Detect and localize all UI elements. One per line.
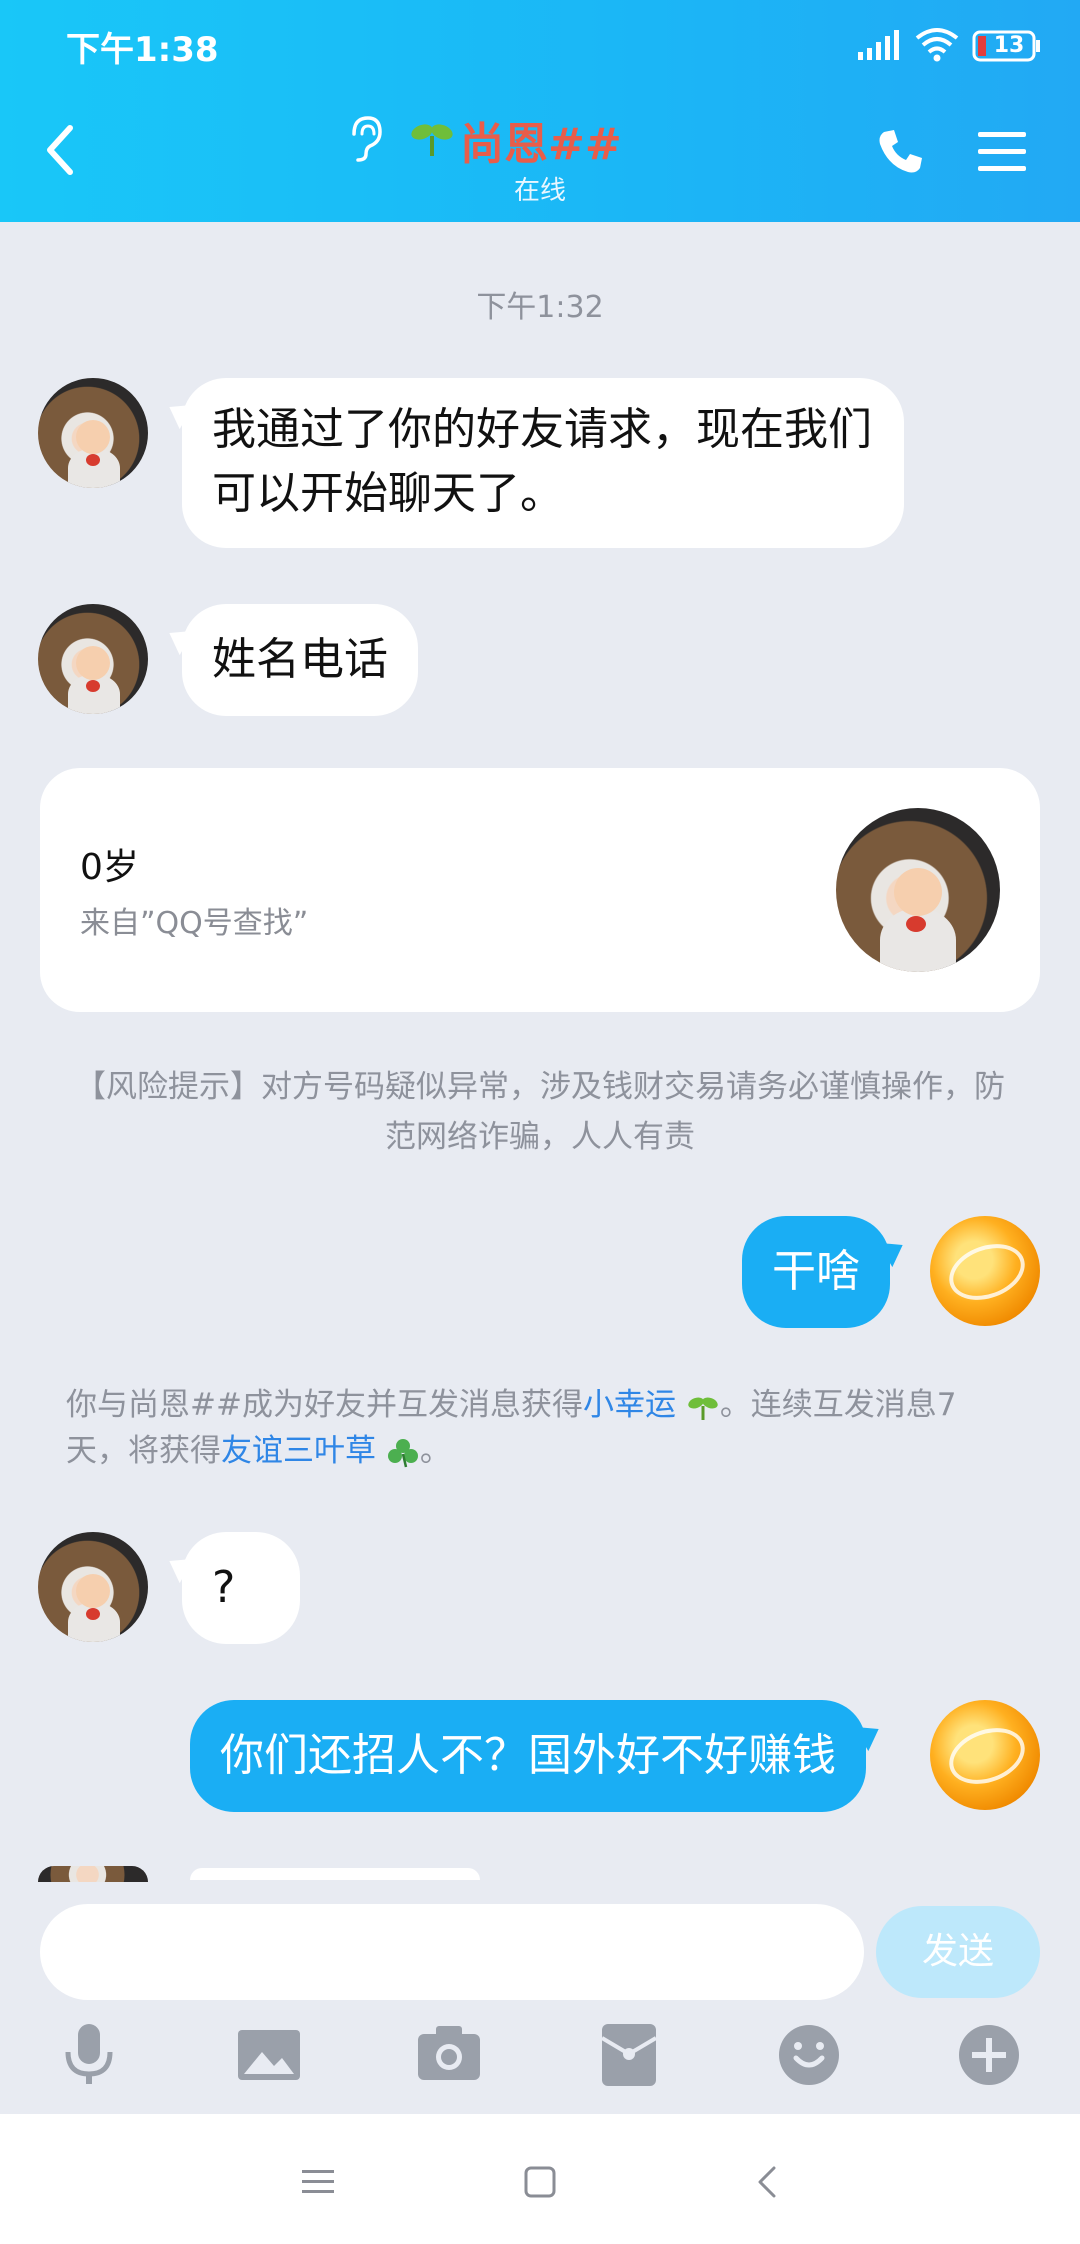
message-text: 干啥: [772, 1246, 860, 1297]
send-button[interactable]: 发送: [876, 1906, 1040, 1998]
card-source: 来自”QQ号查找”: [80, 906, 309, 941]
microphone-icon[interactable]: [54, 2020, 124, 2090]
phone-icon[interactable]: [876, 126, 926, 176]
my-avatar[interactable]: [930, 1216, 1040, 1326]
image-icon[interactable]: [234, 2020, 304, 2090]
message-text: 姓名电话: [212, 634, 388, 685]
contact-avatar[interactable]: [38, 378, 148, 488]
contact-avatar[interactable]: [38, 1532, 148, 1642]
contact-name[interactable]: 尚恩##: [460, 108, 622, 172]
risk-notice: 【风险提示】对方号码疑似异常，涉及钱财交易请务必谨慎操作，防范网络诈骗，人人有责: [75, 1069, 1005, 1155]
camera-icon[interactable]: [414, 2020, 484, 2090]
sprout-icon: [688, 1397, 718, 1420]
battery-level: 13: [993, 33, 1025, 58]
my-message-bubble[interactable]: 你们还招人不？国外好不好赚钱: [190, 1700, 866, 1812]
message-bubble[interactable]: 我通过了你的好友请求，现在我们可以开始聊天了。: [182, 378, 904, 548]
status-time: 下午1:38: [66, 30, 219, 70]
profile-card[interactable]: 0岁 来自”QQ号查找”: [40, 768, 1040, 1012]
message-bubble[interactable]: 姓名电话: [182, 604, 418, 716]
nav-back-icon[interactable]: [748, 2162, 788, 2202]
signal-icon: [858, 30, 899, 60]
wifi-icon: [915, 28, 959, 62]
message-bubble-partial: [190, 1868, 480, 1880]
message-text: 我通过了你的好友请求，现在我们可以开始聊天了。: [212, 404, 872, 519]
sprout-icon: [411, 124, 453, 156]
home-icon[interactable]: [520, 2162, 560, 2202]
my-avatar[interactable]: [930, 1700, 1040, 1810]
note-text: 你与尚恩##成为好友并互发消息获得: [66, 1387, 583, 1423]
note-text: 。: [419, 1433, 451, 1469]
menu-icon[interactable]: [978, 130, 1026, 172]
contact-avatar: [38, 1866, 148, 1882]
message-text: ?: [212, 1562, 236, 1613]
system-navbar: [0, 2114, 1080, 2244]
system-note: 你与尚恩##成为好友并互发消息获得小幸运 。连续互发消息7天，将获得友谊三叶草 …: [66, 1382, 1016, 1474]
card-age: 0岁: [80, 847, 139, 888]
message-bubble[interactable]: ?: [182, 1532, 300, 1644]
ear-icon[interactable]: [344, 114, 384, 164]
red-packet-icon[interactable]: [594, 2020, 664, 2090]
clover-icon: [387, 1438, 418, 1467]
plus-icon[interactable]: [954, 2020, 1024, 2090]
message-input[interactable]: [40, 1904, 864, 2000]
card-avatar: [836, 808, 1000, 972]
contact-avatar[interactable]: [38, 604, 148, 714]
chat-header: 下午1:38 13 尚恩## 在线: [0, 0, 1080, 222]
input-toolbar: [0, 2020, 1080, 2112]
recents-icon[interactable]: [298, 2162, 338, 2202]
emoji-icon[interactable]: [774, 2020, 844, 2090]
clover-link[interactable]: 友谊三叶草: [221, 1433, 376, 1469]
my-message-bubble[interactable]: 干啥: [742, 1216, 890, 1328]
lucky-link[interactable]: 小幸运: [583, 1387, 676, 1423]
message-text: 你们还招人不？国外好不好赚钱: [220, 1730, 836, 1781]
chat-timestamp: 下午1:32: [476, 290, 604, 325]
